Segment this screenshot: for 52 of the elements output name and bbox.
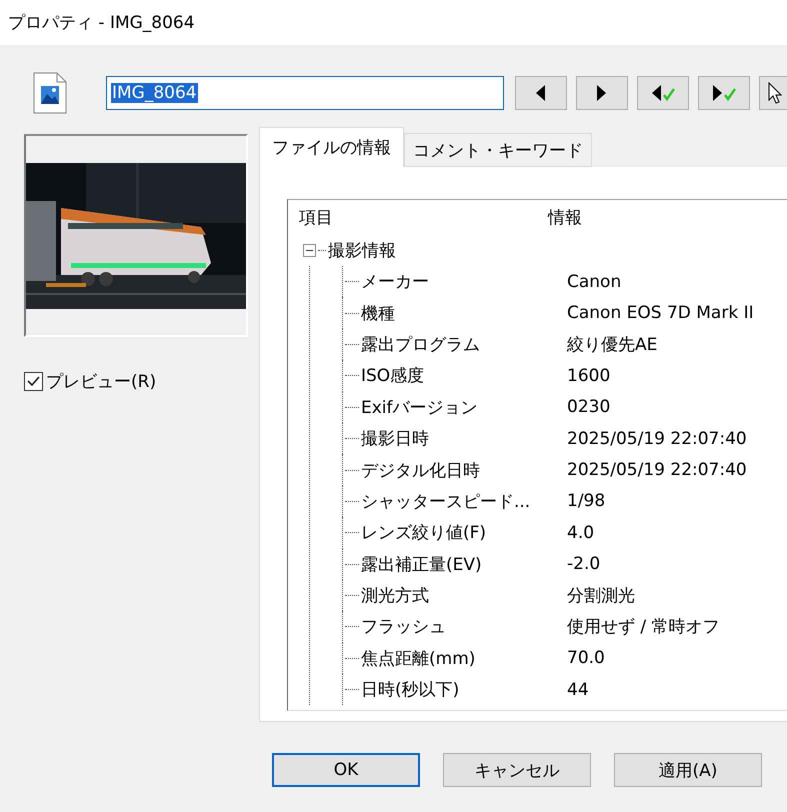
tree-item[interactable]: 測光方式 bbox=[361, 584, 429, 608]
left-triangle-icon bbox=[535, 82, 547, 104]
image-file-icon bbox=[33, 72, 67, 114]
tree-item[interactable]: ISO感度 bbox=[361, 364, 424, 388]
tab[interactable]: コメント・キーワード bbox=[404, 133, 592, 167]
tree-item[interactable]: Exifバージョン bbox=[361, 396, 478, 419]
tree-item[interactable]: 撮影日時 bbox=[361, 427, 429, 450]
next-button[interactable] bbox=[576, 76, 628, 110]
tree-item[interactable]: 日時(秒以下) bbox=[361, 678, 460, 702]
tree-item[interactable]: シャッタースピード... bbox=[361, 490, 530, 513]
tree-value: 4.0 bbox=[567, 522, 594, 543]
file-name-field[interactable]: IMG_8064 bbox=[106, 76, 504, 110]
right-triangle-check-icon bbox=[712, 82, 736, 104]
tree-item[interactable]: 撮影情報 bbox=[328, 239, 396, 262]
preview-checkbox[interactable] bbox=[24, 372, 43, 391]
window-title: プロパティ - IMG_8064 bbox=[8, 12, 195, 34]
tree-item[interactable]: フラッシュ bbox=[361, 615, 446, 638]
dialog-button[interactable]: キャンセル bbox=[443, 753, 591, 787]
tree-item[interactable]: デジタル化日時 bbox=[361, 458, 480, 482]
tree-item[interactable]: レンズ絞り値(F) bbox=[361, 521, 486, 544]
tree-item[interactable]: 焦点距離(mm) bbox=[361, 646, 476, 670]
checkmark-icon bbox=[26, 375, 41, 388]
tab[interactable]: ファイルの情報 bbox=[259, 127, 404, 167]
tree-value: -2.0 bbox=[567, 554, 600, 574]
tree-value: 70.0 bbox=[567, 648, 605, 668]
tree-item[interactable]: メーカー bbox=[361, 270, 429, 294]
tree-value: 1600 bbox=[567, 366, 610, 386]
column-header[interactable]: 項目 bbox=[288, 206, 538, 229]
tree-value: 使用せず / 常時オフ bbox=[567, 616, 720, 638]
previous-button[interactable] bbox=[515, 76, 567, 110]
tree-value: 44 bbox=[567, 680, 589, 700]
tree-value: Canon EOS 7D Mark II bbox=[567, 303, 754, 324]
tree-value: 2025/05/19 22:07:40 bbox=[567, 428, 747, 449]
tree-item[interactable]: 機種 bbox=[361, 302, 395, 325]
next-button[interactable] bbox=[698, 76, 750, 110]
dialog-button[interactable]: 適用(A) bbox=[614, 753, 762, 787]
tree-value: 1/98 bbox=[567, 491, 606, 512]
previous-button[interactable] bbox=[637, 76, 689, 110]
preview-label: プレビュー(R) bbox=[46, 371, 156, 393]
tree-item[interactable]: 露出補正量(EV) bbox=[361, 552, 482, 576]
dialog-button[interactable]: OK bbox=[272, 753, 420, 787]
collapse-icon[interactable] bbox=[303, 244, 316, 257]
column-header[interactable]: 情報 bbox=[538, 206, 582, 229]
tree-item[interactable]: 露出プログラム bbox=[361, 332, 480, 356]
tree-value: Canon bbox=[567, 272, 622, 292]
tree-value: 分割測光 bbox=[567, 585, 635, 608]
tree-value: 0230 bbox=[567, 397, 610, 418]
tree-value: 絞り優先AE bbox=[567, 334, 658, 356]
pointer-icon bbox=[768, 82, 782, 104]
tree-value: 2025/05/19 22:07:40 bbox=[567, 460, 747, 480]
right-triangle-icon bbox=[596, 82, 608, 104]
left-triangle-check-icon bbox=[651, 82, 675, 104]
